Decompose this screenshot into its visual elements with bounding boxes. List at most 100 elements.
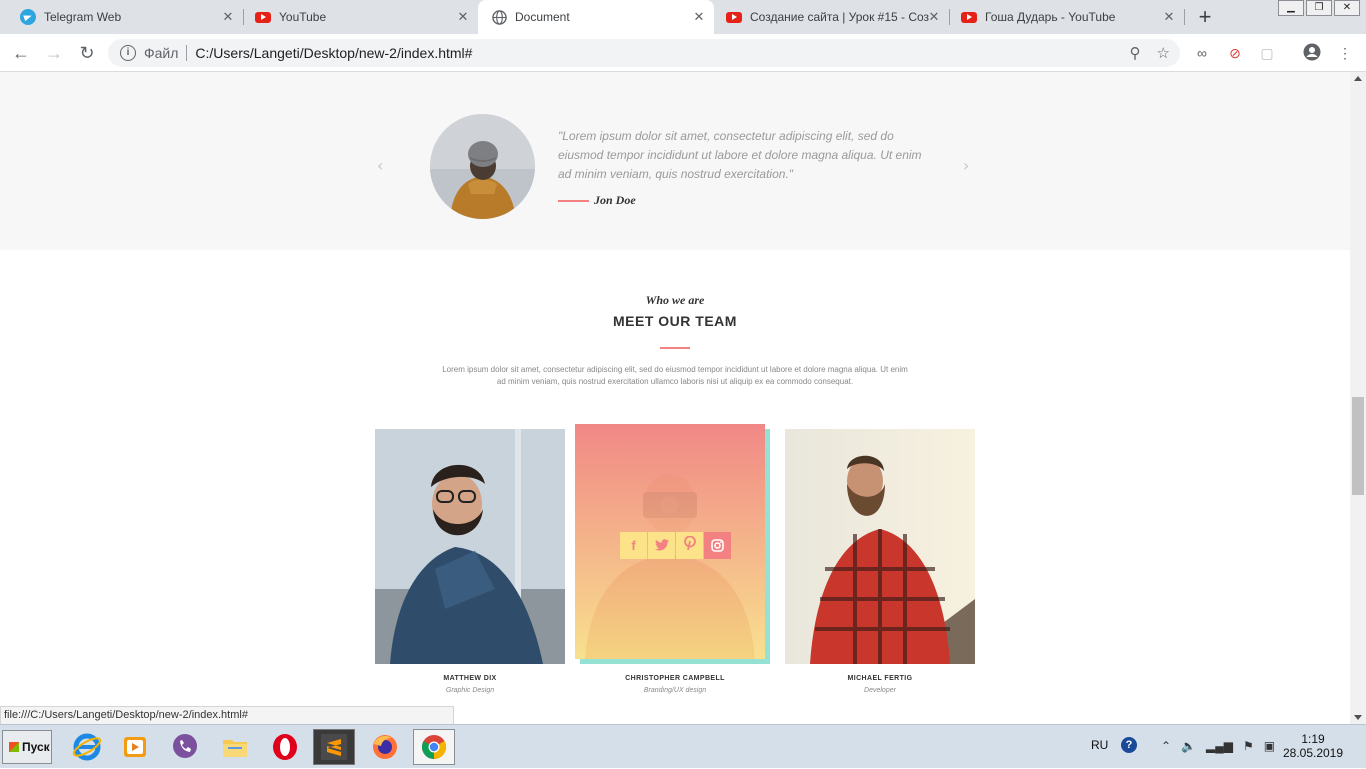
instagram-icon[interactable] xyxy=(704,532,731,559)
close-icon[interactable]: ✕ xyxy=(1162,10,1176,24)
tab-lesson-15[interactable]: Создание сайта | Урок #15 - Соз ✕ xyxy=(714,0,949,34)
new-tab-button[interactable]: + xyxy=(1192,4,1218,30)
usb-device-icon[interactable]: ▣ xyxy=(1264,739,1275,753)
tray-icons: ⌃ 🔈 ▂▄▆ ⚑ ▣ xyxy=(1161,739,1275,753)
tab-telegram[interactable]: Telegram Web ✕ xyxy=(0,0,243,34)
internet-explorer-icon xyxy=(72,733,102,761)
pinterest-icon[interactable] xyxy=(676,532,703,559)
back-button[interactable]: ← xyxy=(9,41,33,65)
member-name: MICHAEL FERTIG xyxy=(847,675,913,682)
member-role: Developer xyxy=(864,687,896,694)
member-photo xyxy=(785,429,975,664)
window-controls: ▁ ❐ ✕ xyxy=(1276,0,1360,16)
prev-arrow-icon[interactable]: ‹ xyxy=(377,156,383,175)
extension-infinity-icon[interactable]: ∞ xyxy=(1192,43,1212,63)
extension-compass-icon[interactable]: ⊘ xyxy=(1225,43,1245,63)
extension-pocket-icon[interactable]: ▢ xyxy=(1257,43,1277,63)
tab-gosha[interactable]: Гоша Дударь - YouTube ✕ xyxy=(949,0,1184,34)
windows-taskbar: Пуск RU ? ⌃ 🔈 ▂▄▆ ⚑ ▣ 1:19 28.05.2019 xyxy=(0,724,1366,768)
close-window-button[interactable]: ✕ xyxy=(1334,0,1360,16)
profile-icon[interactable] xyxy=(1302,43,1322,63)
page-viewport: ‹ "Lorem ipsum dolor sit amet, consectet… xyxy=(0,72,1350,724)
close-icon[interactable]: ✕ xyxy=(692,10,706,24)
minimize-button[interactable]: ▁ xyxy=(1278,0,1304,16)
team-card-matthew[interactable] xyxy=(375,429,565,664)
omnibox-actions: ⚲ ☆ xyxy=(1130,44,1170,62)
team-card-christopher[interactable]: f xyxy=(575,424,765,659)
scroll-down-icon[interactable] xyxy=(1354,715,1362,720)
tab-youtube[interactable]: YouTube ✕ xyxy=(235,0,478,34)
team-lead-text: Lorem ipsum dolor sit amet, consectetur … xyxy=(442,365,908,386)
taskbar-viber[interactable] xyxy=(164,729,206,765)
youtube-icon xyxy=(726,9,742,25)
bookmark-star-icon[interactable]: ☆ xyxy=(1157,44,1170,62)
start-button[interactable]: Пуск xyxy=(2,730,52,764)
telegram-icon xyxy=(20,9,36,25)
next-arrow-icon[interactable]: › xyxy=(963,156,969,175)
youtube-icon xyxy=(255,9,271,25)
opera-icon xyxy=(273,734,297,760)
tab-title: Document xyxy=(515,10,570,24)
chrome-icon xyxy=(421,735,447,759)
menu-icon[interactable]: ⋮ xyxy=(1335,43,1355,63)
member-role: Branding/UX design xyxy=(643,687,707,694)
scroll-up-icon[interactable] xyxy=(1354,76,1362,81)
volume-icon[interactable]: 🔈 xyxy=(1181,739,1196,753)
taskbar-sublime-text[interactable] xyxy=(313,729,355,765)
help-icon[interactable]: ? xyxy=(1121,737,1137,753)
member-name: MATTHEW DIX xyxy=(443,675,497,682)
clock-date: 28.05.2019 xyxy=(1282,746,1344,760)
facebook-icon[interactable]: f xyxy=(620,532,647,559)
firefox-icon xyxy=(373,735,397,759)
address-bar[interactable]: i Файл C:/Users/Langeti/Desktop/new-2/in… xyxy=(108,39,1180,67)
clock[interactable]: 1:19 28.05.2019 xyxy=(1278,732,1348,760)
forward-button[interactable]: → xyxy=(42,41,66,65)
close-icon[interactable]: ✕ xyxy=(927,10,941,24)
team-title: MEET OUR TEAM xyxy=(613,313,737,329)
taskbar-chrome[interactable] xyxy=(413,729,455,765)
social-links: f xyxy=(620,532,732,559)
start-label: Пуск xyxy=(22,740,50,754)
status-url: file:///C:/Users/Langeti/Desktop/new-2/i… xyxy=(0,706,454,725)
testimonial-author: Jon Doe xyxy=(594,193,636,207)
vertical-scrollbar[interactable] xyxy=(1350,72,1366,724)
taskbar-firefox[interactable] xyxy=(364,729,406,765)
show-hidden-icons-icon[interactable]: ⌃ xyxy=(1161,739,1171,753)
reload-button[interactable]: ↻ xyxy=(75,41,99,65)
media-player-icon xyxy=(124,737,146,757)
tab-title: Гоша Дударь - YouTube xyxy=(985,10,1116,24)
tab-title: Создание сайта | Урок #15 - Соз xyxy=(750,10,930,24)
tab-document[interactable]: Document ✕ xyxy=(478,0,714,34)
windows-logo-icon xyxy=(9,742,19,752)
restore-button[interactable]: ❐ xyxy=(1306,0,1332,16)
browser-toolbar: ← → ↻ i Файл C:/Users/Langeti/Desktop/ne… xyxy=(0,34,1366,72)
title-divider xyxy=(660,347,690,349)
url-text[interactable]: C:/Users/Langeti/Desktop/new-2/index.htm… xyxy=(195,45,472,61)
taskbar-file-explorer[interactable] xyxy=(214,729,256,765)
network-icon[interactable]: ▂▄▆ xyxy=(1206,739,1233,753)
language-indicator[interactable]: RU xyxy=(1091,738,1108,752)
testimonial-avatar xyxy=(430,114,535,219)
team-card-michael[interactable] xyxy=(785,429,975,664)
tab-strip: Telegram Web ✕ YouTube ✕ Document ✕ Созд… xyxy=(0,0,1366,34)
action-center-flag-icon[interactable]: ⚑ xyxy=(1243,739,1254,753)
clock-time: 1:19 xyxy=(1301,732,1325,746)
taskbar-internet-explorer[interactable] xyxy=(66,729,108,765)
zoom-icon[interactable]: ⚲ xyxy=(1130,44,1141,62)
tab-title: YouTube xyxy=(279,10,327,24)
folder-icon xyxy=(223,740,247,757)
scroll-thumb[interactable] xyxy=(1352,397,1364,495)
viber-icon xyxy=(173,734,197,758)
scheme-label: Файл xyxy=(144,45,179,61)
twitter-icon[interactable] xyxy=(648,532,675,559)
tab-title: Telegram Web xyxy=(44,10,122,24)
close-icon[interactable]: ✕ xyxy=(456,10,470,24)
author-divider xyxy=(558,200,589,202)
team-kicker: Who we are xyxy=(645,293,705,307)
close-icon[interactable]: ✕ xyxy=(221,10,235,24)
taskbar-media-player[interactable] xyxy=(114,729,156,765)
info-icon[interactable]: i xyxy=(120,45,136,61)
omnibox-divider xyxy=(186,45,188,61)
member-role: Graphic Design xyxy=(445,687,495,694)
taskbar-opera[interactable] xyxy=(264,729,306,765)
